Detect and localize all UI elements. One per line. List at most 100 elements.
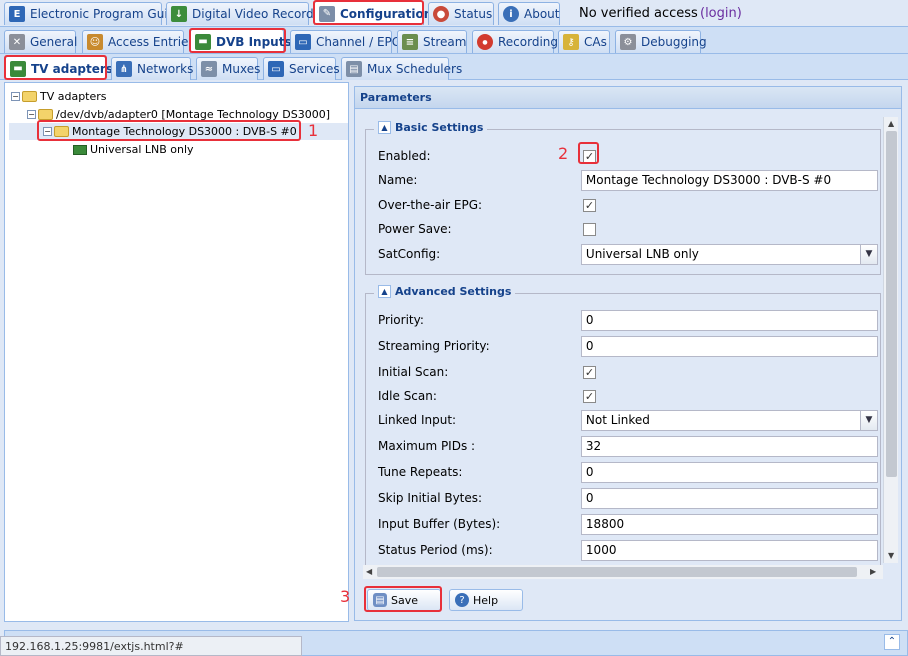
satconfig-row: SatConfig: Universal LNB only ▼ — [378, 243, 878, 265]
max-pids-row: Maximum PIDs : 32 — [378, 435, 878, 457]
collapse-up-icon[interactable]: ▲ — [378, 285, 391, 298]
initial-scan-checkbox[interactable]: ✓ — [583, 365, 596, 379]
adapter-tree: − TV adapters − /dev/dvb/adapter0 [Monta… — [4, 82, 349, 622]
tab-dvb-inputs[interactable]: ▬ DVB Inputs — [190, 29, 292, 53]
tab-recording[interactable]: ● Recording — [472, 30, 558, 53]
scroll-down-icon[interactable]: ▼ — [888, 551, 894, 560]
tab-configuration[interactable]: ✎ Configuration — [314, 1, 432, 25]
power-save-checkbox[interactable] — [583, 222, 596, 236]
tab-general[interactable]: ✕ General — [4, 30, 77, 53]
parameters-panel: Parameters ▲ Basic Settings Enabled: ✓ N… — [354, 86, 902, 621]
scroll-left-icon[interactable]: ◀ — [366, 567, 372, 576]
tab-stream[interactable]: ≡ Stream — [397, 30, 467, 53]
power-save-row: Power Save: — [378, 218, 878, 240]
basic-settings-legend[interactable]: ▲ Basic Settings — [374, 121, 488, 134]
tree-node-frontend[interactable]: − Montage Technology DS3000 : DVB-S #0 — [9, 123, 348, 140]
network-card-icon — [73, 144, 87, 155]
scheduler-icon: ▤ — [346, 61, 362, 77]
login-link[interactable]: (login) — [700, 6, 742, 21]
input-buffer-input[interactable]: 18800 — [580, 513, 878, 535]
chevron-down-icon[interactable]: ▼ — [860, 244, 877, 264]
tools-icon: ✕ — [9, 34, 25, 50]
rec-icon: ● — [477, 34, 493, 50]
priority-row: Priority: 0 — [378, 309, 878, 331]
max-pids-input[interactable]: 32 — [580, 435, 878, 457]
idle-scan-checkbox[interactable]: ✓ — [583, 389, 596, 403]
tab-epg[interactable]: E Electronic Program Guide — [4, 2, 183, 25]
parameters-form: ▲ Basic Settings Enabled: ✓ Name: Montag… — [357, 111, 899, 579]
save-button[interactable]: ▤ Save — [367, 589, 441, 611]
chevron-down-icon[interactable]: ▼ — [860, 410, 877, 430]
horizontal-scroll-thumb[interactable] — [377, 567, 857, 577]
tree-node-adapter[interactable]: − /dev/dvb/adapter0 [Montage Technology … — [27, 106, 330, 123]
help-button[interactable]: ? Help — [449, 589, 523, 611]
streaming-priority-row: Streaming Priority: 0 — [378, 335, 878, 357]
name-input[interactable]: Montage Technology DS3000 : DVB-S #0 — [580, 169, 878, 191]
tab-mux-schedulers[interactable]: ▤ Mux Schedulers — [341, 57, 462, 80]
parameters-title: Parameters — [355, 87, 901, 109]
linked-input-select[interactable]: Not Linked ▼ — [580, 409, 878, 431]
basic-settings-fieldset: ▲ Basic Settings Enabled: ✓ Name: Montag… — [365, 121, 881, 275]
mux-icon: ≈ — [201, 61, 217, 77]
annotation-3: 3 — [340, 587, 351, 606]
horizontal-scrollbar[interactable]: ◀ ▶ — [363, 565, 883, 579]
advanced-settings-legend[interactable]: ▲ Advanced Settings — [374, 285, 516, 298]
help-icon: ? — [455, 593, 469, 607]
collapse-up-icon[interactable]: ▲ — [378, 121, 391, 134]
tab-services[interactable]: ▭ Services — [263, 57, 340, 80]
enabled-row: Enabled: ✓ — [378, 149, 596, 163]
dvb-icon: ▬ — [195, 33, 211, 50]
tab-about[interactable]: i About — [498, 2, 560, 25]
status-period-row: Status Period (ms): 1000 — [378, 539, 878, 561]
epg-icon: E — [9, 6, 25, 22]
save-icon: ▤ — [373, 593, 387, 607]
skip-bytes-input[interactable]: 0 — [580, 487, 878, 509]
tab-networks[interactable]: ⋔ Networks — [111, 57, 193, 80]
tab-debugging[interactable]: ⚙ Debugging — [615, 30, 707, 53]
eye-icon: ● — [433, 6, 449, 22]
vertical-scroll-thumb[interactable] — [886, 131, 897, 477]
tree-node-lnb[interactable]: Universal LNB only — [73, 141, 194, 158]
streaming-priority-input[interactable]: 0 — [580, 335, 878, 357]
tab-channel-epg[interactable]: ▭ Channel / EPG — [290, 30, 401, 53]
input-buffer-row: Input Buffer (Bytes): 18800 — [378, 513, 878, 535]
expand-up-icon[interactable]: ⌃ — [884, 634, 900, 650]
tab-access-entries[interactable]: ☺ Access Entries — [82, 30, 195, 53]
status-period-input[interactable]: 1000 — [580, 539, 878, 561]
services-icon: ▭ — [268, 61, 284, 77]
tab-dvr[interactable]: ↓ Digital Video Recorder — [166, 2, 326, 25]
name-row: Name: Montage Technology DS3000 : DVB-S … — [378, 169, 878, 191]
tree-node-root[interactable]: − TV adapters — [11, 88, 107, 105]
config-tabbar: ✕ General ☺ Access Entries ▬ DVB Inputs … — [0, 27, 908, 54]
tune-repeats-input[interactable]: 0 — [580, 461, 878, 483]
annotation-1: 1 — [308, 121, 319, 140]
tv-icon: ▭ — [295, 34, 311, 50]
scroll-right-icon[interactable]: ▶ — [870, 567, 876, 576]
download-icon: ↓ — [171, 6, 187, 22]
folder-icon — [22, 91, 37, 102]
satconfig-select[interactable]: Universal LNB only ▼ — [580, 243, 878, 265]
collapse-icon[interactable]: − — [11, 92, 20, 101]
tab-muxes[interactable]: ≈ Muxes — [196, 57, 260, 80]
enabled-checkbox[interactable]: ✓ — [583, 149, 596, 163]
collapse-icon[interactable]: − — [27, 110, 36, 119]
main-tabbar: E Electronic Program Guide ↓ Digital Vid… — [0, 0, 908, 27]
ota-epg-checkbox[interactable]: ✓ — [583, 198, 596, 212]
key-icon: ⚷ — [563, 34, 579, 50]
ota-epg-row: Over-the-air EPG: ✓ — [378, 198, 596, 212]
access-status: No verified access — [579, 6, 698, 21]
scroll-up-icon[interactable]: ▲ — [888, 119, 894, 128]
linked-input-row: Linked Input: Not Linked ▼ — [378, 409, 878, 431]
tab-tv-adapters[interactable]: ▬ TV adapters — [5, 56, 113, 80]
tab-cas[interactable]: ⚷ CAs — [558, 30, 610, 53]
folder-icon — [54, 126, 69, 137]
dvb-tabbar: ▬ TV adapters ⋔ Networks ≈ Muxes ▭ Servi… — [0, 54, 908, 80]
priority-input[interactable]: 0 — [580, 309, 878, 331]
skip-bytes-row: Skip Initial Bytes: 0 — [378, 487, 878, 509]
users-icon: ☺ — [87, 34, 103, 50]
info-icon: i — [503, 6, 519, 22]
collapse-icon[interactable]: − — [43, 127, 52, 136]
tab-status[interactable]: ● Status — [428, 2, 494, 25]
initial-scan-row: Initial Scan: ✓ — [378, 365, 596, 379]
vertical-scrollbar[interactable]: ▲ ▼ — [883, 117, 898, 563]
